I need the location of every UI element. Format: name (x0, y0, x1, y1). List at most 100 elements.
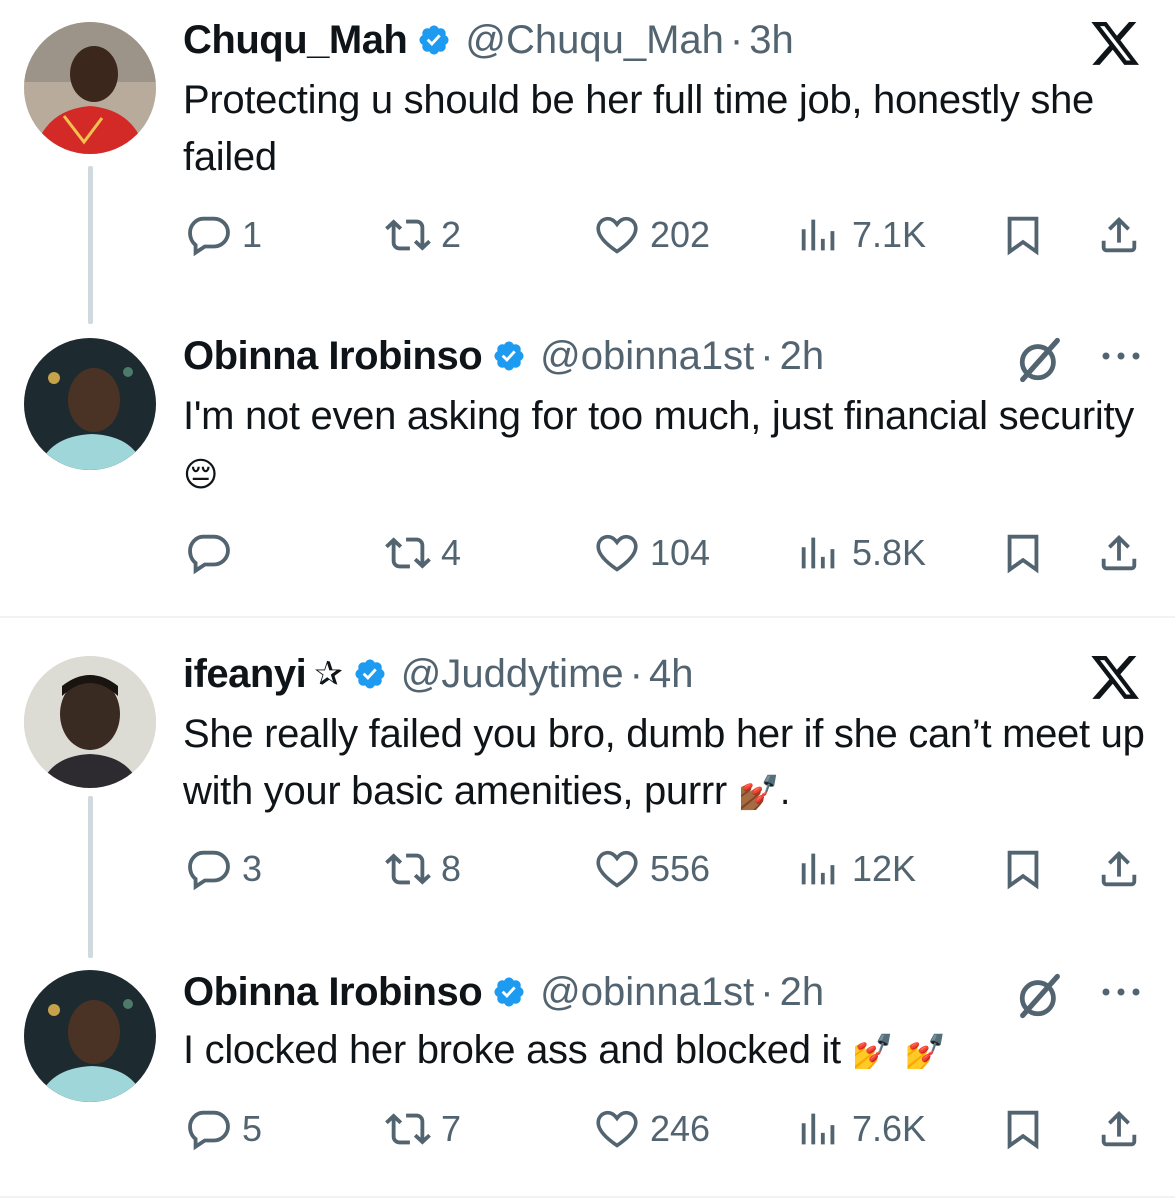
reply-icon (188, 850, 230, 891)
nail-polish-emoji: 💅 💅 (851, 1032, 947, 1072)
retweet-count: 2 (441, 214, 462, 255)
grok-icon[interactable] (1014, 970, 1066, 1027)
tweet-4[interactable]: Obinna Irobinso @obinna1st · 2h I clocke… (0, 956, 1175, 1196)
author-handle[interactable]: @obinna1st (540, 334, 754, 379)
avatar[interactable] (24, 22, 156, 154)
bookmark-button[interactable] (1000, 846, 1046, 892)
like-button[interactable]: 246 (594, 1106, 710, 1152)
share-icon (1101, 850, 1137, 887)
more-options-icon[interactable] (1098, 982, 1144, 1007)
x-logo-icon[interactable] (1090, 656, 1142, 707)
reply-icon (188, 534, 230, 575)
more-options-icon[interactable] (1098, 346, 1144, 371)
author-name[interactable]: Chuqu_Mah (183, 18, 408, 63)
timestamp[interactable]: 2h (780, 334, 825, 379)
bookmark-icon (1007, 216, 1039, 256)
retweet-button[interactable]: 8 (385, 846, 461, 892)
timestamp[interactable]: 2h (780, 970, 825, 1015)
share-icon (1101, 534, 1137, 571)
reply-icon (188, 1110, 230, 1151)
thread-line (88, 796, 93, 958)
views-icon (801, 537, 835, 569)
views-button[interactable]: 7.6K (796, 1106, 926, 1152)
retweet-button[interactable]: 7 (385, 1106, 461, 1152)
star-symbol: ✰ (314, 655, 343, 693)
like-button[interactable]: 104 (594, 530, 710, 576)
tweet-text: She really failed you bro, dumb her if s… (183, 706, 1158, 822)
tweet-3[interactable]: ifeanyi ✰ @Juddytime · 4h She really fai… (0, 636, 1175, 958)
reply-icon (188, 216, 230, 257)
verified-badge-icon (494, 977, 524, 1007)
author-handle[interactable]: @Juddytime (401, 652, 624, 697)
thread-divider (0, 616, 1175, 618)
views-icon (801, 1113, 835, 1145)
pensive-face-emoji: 😔 (183, 455, 219, 495)
author-name[interactable]: Obinna Irobinso (183, 334, 483, 379)
like-button[interactable]: 202 (594, 212, 710, 258)
separator-dot: · (760, 969, 774, 1014)
avatar[interactable] (24, 970, 156, 1102)
share-button[interactable] (1096, 212, 1142, 258)
like-count: 246 (650, 1108, 711, 1149)
tweet-2[interactable]: Obinna Irobinso @obinna1st · 2h I'm not … (0, 320, 1175, 618)
like-count: 104 (650, 532, 711, 573)
views-count: 5.8K (852, 532, 927, 573)
tweet-text-content: She really failed you bro, dumb her if s… (183, 712, 1145, 813)
retweet-icon (385, 1113, 431, 1145)
like-count: 556 (650, 848, 711, 889)
views-button[interactable]: 7.1K (796, 212, 926, 258)
retweet-button[interactable]: 4 (385, 530, 461, 576)
reply-button[interactable] (186, 530, 242, 576)
tweet-header: Chuqu_Mah @Chuqu_Mah · 3h (183, 16, 794, 64)
retweet-icon (385, 853, 431, 885)
reply-button[interactable]: 3 (186, 846, 262, 892)
like-count: 202 (650, 214, 711, 255)
heart-icon (596, 850, 638, 888)
grok-icon[interactable] (1014, 334, 1066, 391)
like-button[interactable]: 556 (594, 846, 710, 892)
verified-badge-icon (419, 25, 449, 55)
tweet-header: Obinna Irobinso @obinna1st · 2h (183, 968, 824, 1016)
views-button[interactable]: 12K (796, 846, 916, 892)
bookmark-button[interactable] (1000, 212, 1046, 258)
share-icon (1101, 216, 1137, 253)
author-name[interactable]: ifeanyi (183, 652, 307, 697)
tweet-header: ifeanyi ✰ @Juddytime · 4h (183, 650, 693, 698)
timestamp[interactable]: 3h (749, 18, 794, 63)
tweet-1[interactable]: Chuqu_Mah @Chuqu_Mah · 3h Protecting u s… (0, 0, 1175, 324)
heart-icon (596, 534, 638, 572)
share-button[interactable] (1096, 530, 1142, 576)
x-logo-icon[interactable] (1090, 22, 1142, 73)
separator-dot: · (629, 651, 643, 696)
reply-button[interactable]: 5 (186, 1106, 262, 1152)
retweet-count: 4 (441, 532, 462, 573)
bookmark-icon (1007, 1110, 1039, 1150)
heart-icon (596, 1110, 638, 1148)
bookmark-icon (1007, 534, 1039, 574)
views-button[interactable]: 5.8K (796, 530, 926, 576)
avatar[interactable] (24, 656, 156, 788)
tweet-header: Obinna Irobinso @obinna1st · 2h (183, 332, 824, 380)
retweet-icon (385, 219, 431, 251)
share-button[interactable] (1096, 1106, 1142, 1152)
avatar[interactable] (24, 338, 156, 470)
bookmark-button[interactable] (1000, 530, 1046, 576)
author-name[interactable]: Obinna Irobinso (183, 970, 483, 1015)
reply-count: 5 (242, 1108, 263, 1149)
separator-dot: · (729, 17, 744, 62)
separator-dot: · (760, 333, 774, 378)
author-handle[interactable]: @obinna1st (540, 970, 754, 1015)
share-icon (1101, 1110, 1137, 1147)
retweet-count: 8 (441, 848, 462, 889)
views-count: 12K (852, 848, 917, 889)
views-count: 7.6K (852, 1108, 927, 1149)
retweet-button[interactable]: 2 (385, 212, 461, 258)
heart-icon (596, 216, 638, 254)
tweet-text: Protecting u should be her full time job… (183, 72, 1158, 186)
bookmark-button[interactable] (1000, 1106, 1046, 1152)
timestamp[interactable]: 4h (649, 652, 694, 697)
author-handle[interactable]: @Chuqu_Mah (465, 18, 724, 63)
share-button[interactable] (1096, 846, 1142, 892)
retweet-icon (385, 537, 431, 569)
reply-button[interactable]: 1 (186, 212, 262, 258)
